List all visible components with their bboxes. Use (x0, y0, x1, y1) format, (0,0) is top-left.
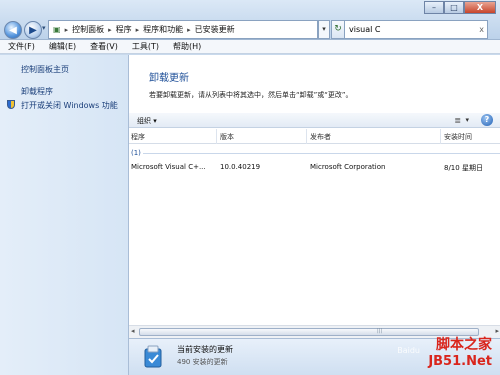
watermark: 脚本之家 JB51.Net (428, 334, 492, 369)
search-input[interactable]: visual C x (344, 20, 488, 39)
cell-program: Microsoft Visual C+... (131, 163, 206, 171)
shield-icon (7, 100, 15, 109)
search-value: visual C (349, 25, 381, 34)
breadcrumb[interactable]: ▣ ▸ 控制面板 ▸ 程序 ▸ 程序和功能 ▸ 已安装更新 (48, 20, 318, 39)
address-bar-area: ◀ ▶ ▾ ▣ ▸ 控制面板 ▸ 程序 ▸ 程序和功能 ▸ 已安装更新 ▾ ↻ … (0, 0, 500, 40)
cell-publisher: Microsoft Corporation (310, 163, 386, 171)
watermark-line1: 脚本之家 (436, 337, 492, 353)
chevron-right-icon: ▸ (135, 25, 140, 34)
menu-tools[interactable]: 工具(T) (132, 41, 159, 52)
scroll-left-icon[interactable]: ◂ (131, 327, 135, 335)
explorer-window: ◀ ▶ ▾ ▣ ▸ 控制面板 ▸ 程序 ▸ 程序和功能 ▸ 已安装更新 ▾ ↻ … (0, 0, 500, 375)
uninstall-program-link[interactable]: 卸载程序 (21, 86, 53, 97)
menu-edit[interactable]: 编辑(E) (49, 41, 76, 52)
clear-search-icon[interactable]: x (479, 21, 484, 38)
minimize-button[interactable]: – (424, 1, 444, 14)
group-header[interactable]: (1) (131, 149, 141, 157)
chevron-right-icon: ▸ (108, 25, 112, 34)
control-panel-home-link[interactable]: 控制面板主页 (21, 64, 69, 75)
breadcrumb-item-programs-features[interactable]: 程序和功能 (143, 24, 183, 35)
scroll-right-icon[interactable]: ▸ (495, 327, 499, 335)
window-controls: – □ X (424, 1, 496, 14)
command-bar: 组织 ▾ ≣ ▾ ? (129, 113, 500, 128)
forward-button[interactable]: ▶ (24, 21, 42, 39)
page-title: 卸载更新 (149, 73, 189, 84)
menu-bar: 文件(F) 编辑(E) 查看(V) 工具(T) 帮助(H) (0, 40, 500, 54)
column-divider[interactable] (440, 129, 441, 144)
view-dropdown-icon[interactable]: ▾ (465, 116, 469, 124)
help-icon[interactable]: ? (481, 114, 493, 126)
breadcrumb-item-installed-updates[interactable]: 已安装更新 (195, 24, 235, 35)
main-content: 卸载更新 若要卸载更新，请从列表中将其选中，然后单击“卸载”或“更改”。 组织 … (128, 55, 500, 338)
details-count: 490 安装的更新 (177, 358, 228, 366)
column-header-program[interactable]: 程序 (131, 132, 145, 142)
watermark-line2: JB51.Net (428, 354, 492, 369)
chevron-right-icon: ▸ (187, 25, 191, 34)
windows-features-link[interactable]: 打开或关闭 Windows 功能 (21, 100, 118, 111)
refresh-button[interactable]: ↻ (331, 20, 345, 39)
cell-version: 10.0.40219 (220, 163, 261, 171)
back-button[interactable]: ◀ (4, 21, 22, 39)
menu-file[interactable]: 文件(F) (8, 41, 35, 52)
column-divider[interactable] (306, 129, 307, 144)
close-button[interactable]: X (464, 1, 496, 14)
page-description: 若要卸载更新，请从列表中将其选中，然后单击“卸载”或“更改”。 (149, 91, 353, 99)
column-header-publisher[interactable]: 发布者 (310, 132, 331, 142)
folder-icon: ▣ (53, 25, 61, 34)
address-dropdown-button[interactable]: ▾ (318, 20, 330, 39)
view-options-icon[interactable]: ≣ (454, 116, 461, 125)
breadcrumb-item-programs[interactable]: 程序 (116, 24, 132, 35)
column-divider[interactable] (216, 129, 217, 144)
organize-button[interactable]: 组织 ▾ (137, 116, 157, 126)
details-title: 当前安装的更新 (177, 345, 233, 354)
scrollbar-grip-icon: ||| (377, 328, 383, 334)
column-header-version[interactable]: 版本 (220, 132, 234, 142)
menu-help[interactable]: 帮助(H) (173, 41, 201, 52)
group-divider (143, 153, 500, 154)
task-pane: 控制面板主页 卸载程序 打开或关闭 Windows 功能 (0, 55, 128, 375)
history-dropdown-icon[interactable]: ▾ (42, 24, 46, 32)
breadcrumb-item-control-panel[interactable]: 控制面板 (72, 24, 104, 35)
cell-installed-on: 8/10 星期日 (444, 164, 483, 172)
watermark-faint: Baidu (397, 346, 420, 355)
chevron-right-icon: ▸ (64, 25, 69, 34)
maximize-button[interactable]: □ (444, 1, 464, 14)
menu-view[interactable]: 查看(V) (90, 41, 118, 52)
updates-icon (144, 345, 162, 368)
column-header-row: 程序 版本 发布者 安装时间 (129, 129, 500, 144)
column-header-installed-on[interactable]: 安装时间 (444, 132, 472, 142)
